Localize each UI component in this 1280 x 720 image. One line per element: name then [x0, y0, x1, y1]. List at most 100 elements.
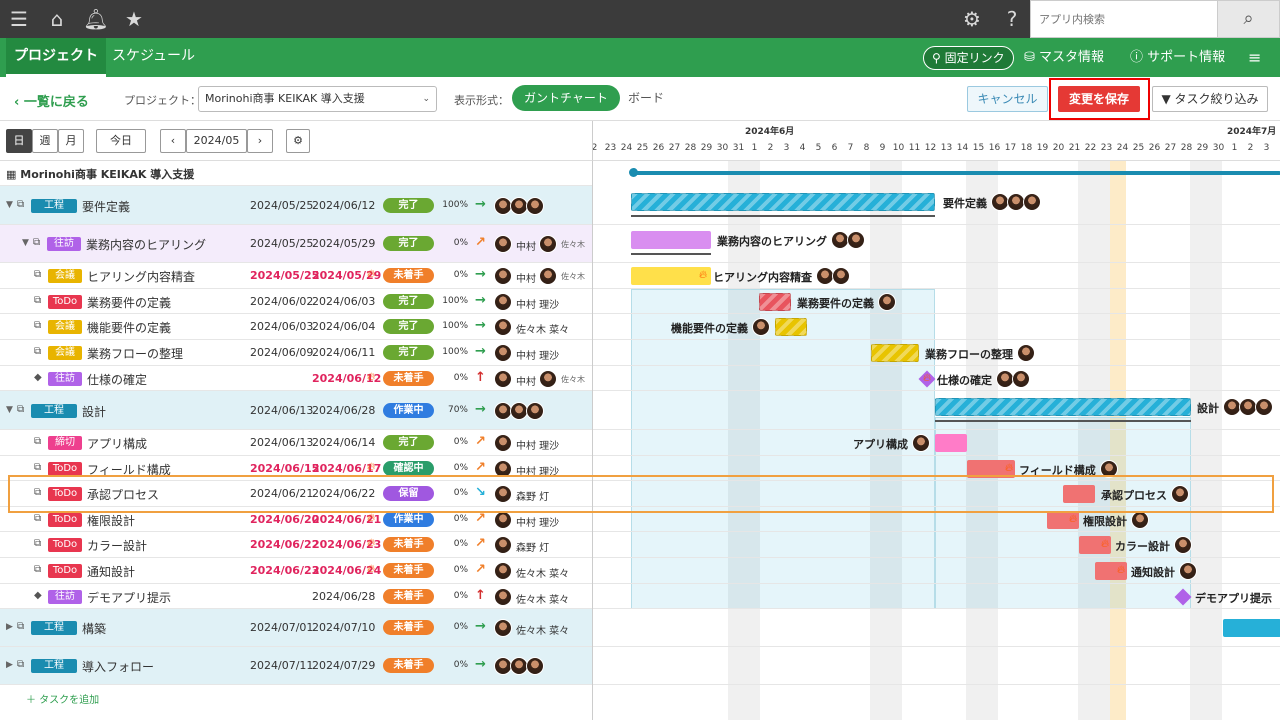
save-changes-button[interactable]: 変更を保存 — [1058, 86, 1140, 112]
menu-icon[interactable]: ☰ — [0, 0, 38, 38]
status-badge[interactable]: 完了 — [383, 319, 434, 334]
gantt-bar[interactable] — [871, 344, 919, 362]
status-badge[interactable]: 完了 — [383, 435, 434, 450]
start-date[interactable]: 2024/05/25 — [250, 269, 319, 282]
task-row[interactable]: ▼ ⧉ 工程 設計 2024/06/13 2024/06/28 作業中 70% → — [0, 391, 592, 430]
home-icon[interactable]: ⌂ — [38, 0, 76, 38]
status-badge[interactable]: 完了 — [383, 236, 434, 251]
end-date[interactable]: 2024/06/12 — [312, 199, 375, 212]
start-date[interactable]: 2024/06/23 — [250, 564, 319, 577]
expand-toggle-icon[interactable]: ▼ — [22, 238, 29, 248]
task-row[interactable]: ⧉ 会議 機能要件の定義 2024/06/03 2024/06/04 完了 100% → 佐々木… — [0, 314, 592, 340]
task-name[interactable]: 権限設計 — [87, 512, 135, 529]
task-row[interactable]: ⧉ ToDo カラー設計 2024/06/22 2024/06/23 🔥︎ 未着手 0% ↗ 森野… — [0, 532, 592, 558]
start-date[interactable]: 2024/06/13 — [250, 404, 313, 417]
task-name[interactable]: 業務内容のヒアリング — [86, 236, 206, 253]
expand-toggle-icon[interactable]: ▶ — [6, 660, 13, 670]
end-date[interactable]: 2024/05/29 — [312, 237, 375, 250]
end-date[interactable]: 2024/06/11 — [312, 346, 375, 359]
task-name[interactable]: ヒアリング内容精査 — [87, 268, 195, 285]
task-name[interactable]: 業務要件の定義 — [87, 294, 171, 311]
task-filter-button[interactable]: ▼ タスク絞り込み — [1152, 86, 1268, 112]
task-name[interactable]: 設計 — [82, 403, 106, 420]
task-row[interactable]: ⧉ 締切 アプリ構成 2024/06/13 2024/06/14 完了 0% ↗ 中村 理沙 — [0, 430, 592, 456]
search-input[interactable] — [1031, 1, 1217, 37]
expand-toggle-icon[interactable]: ▶ — [6, 622, 13, 632]
end-date[interactable]: 2024/06/28 — [312, 404, 375, 417]
prev-button[interactable]: ‹ — [160, 129, 186, 153]
end-date[interactable]: 2024/07/29 — [312, 659, 375, 672]
task-row[interactable]: ⧉ ToDo 通知設計 2024/06/23 2024/06/24 🔥︎ 未着手 0% ↗ 佐々木… — [0, 558, 592, 584]
expand-toggle-icon[interactable]: ▼ — [6, 200, 13, 210]
status-badge[interactable]: 未着手 — [383, 588, 434, 604]
task-row[interactable]: ▶ ⧉ 工程 導入フォロー 2024/07/11 2024/07/29 未着手 0% → — [0, 647, 592, 685]
gantt-bar[interactable] — [935, 397, 1191, 416]
status-badge[interactable]: 未着手 — [383, 370, 434, 386]
tab-schedule[interactable]: スケジュール — [104, 38, 203, 77]
support-info-button[interactable]: ⓘ サポート情報 — [1130, 38, 1225, 77]
end-date[interactable]: 2024/07/10 — [312, 621, 375, 634]
gantt-bar[interactable] — [759, 292, 791, 311]
status-badge[interactable]: 完了 — [383, 197, 434, 213]
gantt-bar[interactable] — [631, 231, 711, 249]
start-date[interactable]: 2024/07/11 — [250, 659, 313, 672]
task-name[interactable]: 構築 — [82, 620, 106, 637]
scale-month-button[interactable]: 月 — [58, 129, 84, 153]
start-date[interactable]: 2024/05/25 — [250, 199, 313, 212]
status-badge[interactable]: 作業中 — [383, 511, 434, 527]
start-date[interactable]: 2024/06/13 — [250, 436, 313, 449]
gantt-bar[interactable] — [631, 192, 935, 211]
task-row[interactable]: ◆ 往訪 仕様の確定 2024/06/12 🔥︎ 未着手 0% ↑ 中村 佐々木 — [0, 366, 592, 391]
hamburger-icon[interactable]: ≡ — [1248, 38, 1261, 77]
status-badge[interactable]: 未着手 — [383, 537, 434, 552]
task-row[interactable]: ◆ 往訪 デモアプリ提示 2024/06/28 未着手 0% ↑ 佐々木 菜々 — [0, 584, 592, 609]
bell-icon[interactable]: 🔔︎ — [77, 0, 115, 38]
end-date[interactable]: 2024/06/04 — [312, 320, 375, 333]
status-badge[interactable]: 未着手 — [383, 563, 434, 578]
task-row[interactable]: ⧉ ToDo 業務要件の定義 2024/06/02 2024/06/03 完了 100% → 中… — [0, 289, 592, 314]
status-badge[interactable]: 完了 — [383, 345, 434, 360]
start-date[interactable]: 2024/06/03 — [250, 320, 313, 333]
gantt-bar[interactable] — [935, 434, 967, 452]
end-date[interactable]: 2024/06/14 — [312, 436, 375, 449]
next-button[interactable]: › — [247, 129, 273, 153]
view-board-button[interactable]: ボード — [616, 85, 676, 111]
task-row[interactable]: ▶ ⧉ 工程 構築 2024/07/01 2024/07/10 未着手 0% → 佐々木 菜々 — [0, 609, 592, 647]
end-date[interactable]: 2024/06/28 — [312, 590, 375, 603]
start-date[interactable]: 2024/06/09 — [250, 346, 313, 359]
status-badge[interactable]: 確認中 — [383, 460, 434, 476]
add-task-link[interactable]: ＋ タスクを追加 — [26, 691, 99, 706]
status-badge[interactable]: 完了 — [383, 293, 434, 309]
scale-week-button[interactable]: 週 — [32, 129, 58, 153]
expand-toggle-icon[interactable]: ▼ — [6, 405, 13, 415]
tab-project[interactable]: プロジェクト — [6, 38, 106, 77]
status-badge[interactable]: 未着手 — [383, 658, 434, 673]
task-name[interactable]: 業務フローの整理 — [87, 345, 183, 362]
task-row[interactable]: ⧉ 会議 業務フローの整理 2024/06/09 2024/06/11 完了 100% → 中村… — [0, 340, 592, 366]
gear-icon[interactable]: ⚙ — [953, 0, 991, 38]
start-date[interactable]: 2024/06/15 — [250, 462, 319, 475]
task-name[interactable]: 機能要件の定義 — [87, 319, 171, 336]
task-name[interactable]: アプリ構成 — [87, 435, 147, 452]
start-date[interactable]: 2024/07/01 — [250, 621, 313, 634]
back-to-list-link[interactable]: ‹ 一覧に戻る — [14, 91, 89, 110]
status-badge[interactable]: 未着手 — [383, 268, 434, 283]
task-row[interactable]: ▼ ⧉ 工程 要件定義 2024/05/25 2024/06/12 完了 100% → — [0, 186, 592, 225]
fixed-link-button[interactable]: ⚲ 固定リンク — [923, 46, 1014, 70]
task-name[interactable]: デモアプリ提示 — [87, 589, 171, 606]
end-date[interactable]: 2024/06/03 — [312, 295, 375, 308]
task-name[interactable]: 仕様の確定 — [87, 371, 147, 388]
settings-gear-icon[interactable]: ⚙ — [286, 129, 310, 153]
search-icon[interactable]: ⌕ — [1217, 1, 1279, 37]
start-date[interactable]: 2024/06/20 — [250, 513, 319, 526]
status-badge[interactable]: 作業中 — [383, 402, 434, 418]
gantt-bar[interactable] — [775, 318, 807, 336]
gantt-bar[interactable] — [1223, 619, 1280, 637]
task-name[interactable]: 導入フォロー — [82, 658, 154, 675]
start-date[interactable]: 2024/06/22 — [250, 538, 319, 551]
project-select[interactable]: Morinohi商事 KEIKAK 導入支援 ⌄ — [198, 86, 437, 112]
task-name[interactable]: 通知設計 — [87, 563, 135, 580]
scale-day-button[interactable]: 日 — [6, 129, 32, 153]
start-date[interactable]: 2024/06/02 — [250, 295, 313, 308]
star-icon[interactable]: ★ — [115, 0, 153, 38]
